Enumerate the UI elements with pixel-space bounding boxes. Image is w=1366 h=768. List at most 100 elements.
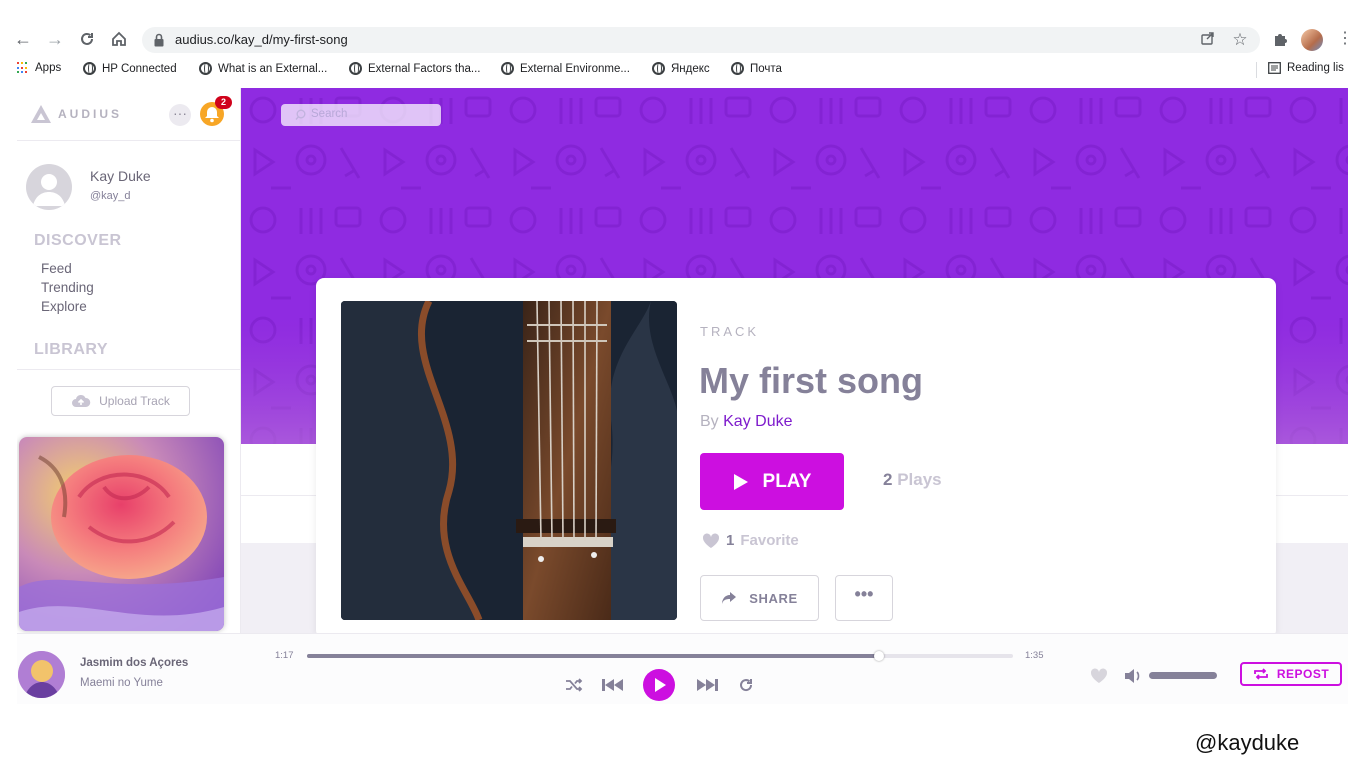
share-label: SHARE [749,590,798,606]
apps-grid-icon [17,62,29,74]
play-count-label: Plays [897,470,942,489]
play-count: 2 Plays [883,470,942,490]
progress-slider[interactable] [307,651,1013,661]
elapsed-time: 1:17 [275,650,294,661]
globe-icon [83,62,96,75]
duration-time: 1:35 [1025,650,1044,661]
sidebar-item-explore[interactable]: Explore [41,299,87,314]
artist-link[interactable]: Kay Duke [723,413,792,430]
share-arrow-icon [722,592,737,604]
by-prefix: By [700,413,719,430]
more-menu-button[interactable]: ··· [169,104,191,126]
audius-app: Search TRACK My first song By Kay Duke P… [17,88,1348,704]
bookmark-label: HP Connected [102,62,177,75]
track-type-label: TRACK [700,324,760,339]
share-page-icon[interactable] [1199,31,1217,49]
guitar-image [341,301,677,620]
bookmarks-bar: Apps HP Connected What is an External...… [0,60,1366,82]
play-label: PLAY [762,470,812,492]
forward-arrow-icon[interactable]: → [44,28,66,50]
globe-icon [349,62,362,75]
audius-logo[interactable]: AUDIUS [30,104,122,124]
player-artist[interactable]: Maemi no Yume [80,677,163,689]
favorites-count[interactable]: 1 Favorite [702,532,799,549]
reading-list[interactable]: Reading lis [1268,62,1344,74]
watermark-text: @kayduke [1195,730,1300,755]
user-avatar[interactable] [26,164,72,210]
upload-track-button[interactable]: Upload Track [51,386,190,416]
progress-fill [307,654,879,658]
address-bar[interactable]: audius.co/kay_d/my-first-song ☆ [142,27,1260,53]
play-button[interactable]: PLAY [700,453,844,510]
library-heading: LIBRARY [34,341,109,358]
profile-avatar[interactable] [1301,29,1323,51]
search-icon [295,109,306,120]
search-input[interactable]: Search [281,104,441,126]
bookmarks-divider [1256,62,1257,78]
reading-list-label: Reading lis [1287,62,1344,74]
notification-badge: 2 [215,96,232,109]
bookmark-label: Яндекс [671,62,710,75]
bookmark-pochta[interactable]: Почта [731,62,782,75]
sidebar-item-trending[interactable]: Trending [41,280,94,295]
bookmark-label: What is an External... [218,62,328,75]
bookmark-external[interactable]: What is an External... [199,62,327,75]
default-avatar-icon [33,174,65,206]
user-name[interactable]: Kay Duke [90,168,151,184]
play-icon [733,473,748,490]
volume-slider[interactable] [1149,672,1217,679]
reading-list-icon [1268,62,1281,74]
sidebar: AUDIUS ··· 2 Kay Duke @kay_d DISCOVER Fe… [17,88,241,633]
repeat-icon[interactable] [734,674,758,696]
previous-track-icon[interactable] [601,674,625,696]
discover-heading: DISCOVER [34,232,122,249]
more-options-button[interactable]: ••• [835,575,893,621]
bookmark-external-factors[interactable]: External Factors tha... [349,62,481,75]
browser-window: ← → audius.co/kay_d/my-first-song ☆ ⋮ Ap… [0,0,1366,768]
url-text[interactable]: audius.co/kay_d/my-first-song [175,32,348,47]
next-track-icon[interactable] [695,674,719,696]
bookmark-apps[interactable]: Apps [17,62,61,74]
track-byline: By Kay Duke [700,413,793,431]
divider [17,369,241,370]
repost-button[interactable]: REPOST [1240,662,1342,686]
volume-icon[interactable] [1124,668,1142,684]
home-icon[interactable] [108,28,130,50]
shuffle-icon[interactable] [562,674,586,696]
bookmark-label: Apps [35,62,62,74]
back-arrow-icon[interactable]: ← [12,28,34,50]
sidebar-item-feed[interactable]: Feed [41,261,72,276]
player-play-button[interactable] [643,669,675,701]
bookmark-star-icon[interactable]: ☆ [1231,31,1249,49]
player-art-image [18,651,65,698]
bookmark-external-environment[interactable]: External Environme... [501,62,630,75]
track-cover-art [341,301,677,620]
kebab-menu-icon[interactable]: ⋮ [1334,28,1356,50]
player-track-title[interactable]: Jasmim dos Açores [80,657,188,669]
repost-icon [1253,668,1268,680]
logo-text: AUDIUS [58,107,123,121]
rose-artwork-image [19,437,224,631]
reload-icon[interactable] [76,28,98,50]
share-button[interactable]: SHARE [700,575,819,621]
bookmark-hp-connected[interactable]: HP Connected [83,62,177,75]
progress-handle[interactable] [873,651,884,661]
bookmark-yandex[interactable]: Яндекс [652,62,710,75]
globe-icon [731,62,744,75]
upload-label: Upload Track [99,394,170,408]
search-placeholder: Search [311,108,348,120]
player-artwork[interactable] [18,651,65,698]
main-content: Search TRACK My first song By Kay Duke P… [241,88,1348,638]
bookmark-label: External Environme... [520,62,630,75]
play-icon [655,678,666,692]
puzzle-icon[interactable] [1269,28,1291,50]
player-bar: Jasmim dos Açores Maemi no Yume 1:17 1:3… [17,633,1348,704]
cloud-upload-icon [72,394,91,407]
globe-icon [652,62,665,75]
play-count-value: 2 [883,470,893,489]
heart-icon[interactable] [1090,668,1108,684]
heart-icon [702,532,720,548]
lock-icon[interactable] [154,33,164,47]
track-card: TRACK My first song By Kay Duke PLAY 2 P… [316,278,1276,638]
now-playing-artwork[interactable] [19,437,224,631]
